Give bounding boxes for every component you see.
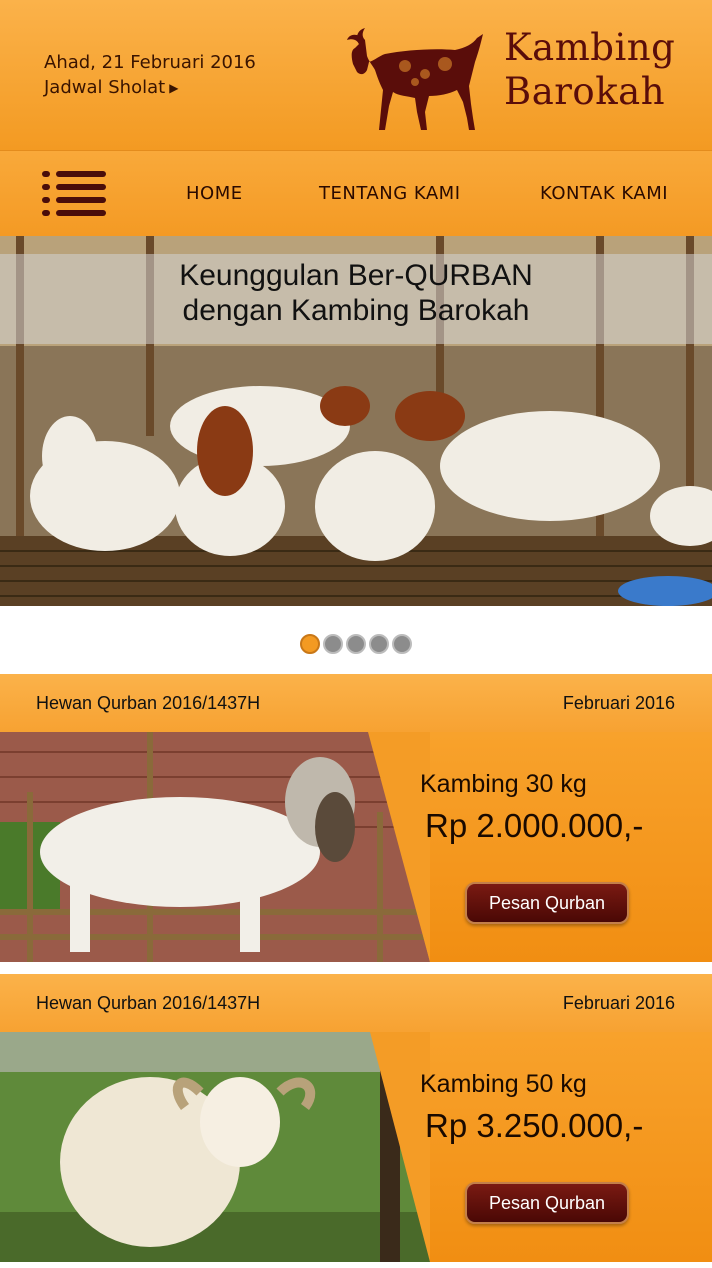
product-name: Kambing 30 kg [420,770,587,798]
nav-tentang-kami[interactable]: TENTANG KAMI [319,183,461,204]
carousel-dot[interactable] [323,634,343,654]
brand-line-2: Barokah [504,70,666,113]
product-category: Hewan Qurban 2016/1437H [36,693,261,713]
hero-caption-line-1: Keunggulan Ber-QURBAN [179,259,533,292]
jadwal-sholat-label: Jadwal Sholat [44,77,166,98]
site-header: Ahad, 21 Februari 2016 Jadwal Sholat ▶ Ka… [0,0,712,150]
product-card-body: Kambing 50 kg Rp 3.250.000,- Pesan Qurba… [0,1032,712,1262]
goat-photo-image [0,732,430,962]
sheep-photo-image [0,1032,430,1262]
carousel-pagination [0,634,712,659]
hamburger-menu-icon[interactable] [42,171,106,217]
pesan-qurban-button[interactable]: Pesan Qurban [465,1182,629,1224]
brand-line-1: Kambing [504,26,676,69]
product-card-header: Hewan Qurban 2016/1437H Februari 2016 [0,674,712,732]
hero-banner[interactable]: Keunggulan Ber-QURBAN dengan Kambing Bar… [0,236,712,606]
carousel-dot[interactable] [392,634,412,654]
product-card: Hewan Qurban 2016/1437H Februari 2016 Ka… [0,974,712,1264]
current-date: Ahad, 21 Februari 2016 [44,52,256,73]
product-price: Rp 3.250.000,- [425,1107,644,1144]
product-price: Rp 2.000.000,- [425,807,644,844]
main-nav: HOME TENTANG KAMI KONTAK KAMI [0,150,712,236]
product-card-header: Hewan Qurban 2016/1437H Februari 2016 [0,974,712,1032]
nav-home[interactable]: HOME [186,183,243,204]
carousel-dot[interactable] [369,634,389,654]
hero-caption-line-2: dengan Kambing Barokah [182,294,530,327]
carousel-dot[interactable] [346,634,366,654]
play-arrow-icon: ▶ [169,81,179,95]
product-card-body: Kambing 30 kg Rp 2.000.000,- Pesan Qurba… [0,732,712,962]
hero-caption: Keunggulan Ber-QURBAN dengan Kambing Bar… [0,254,712,344]
jadwal-sholat-link[interactable]: Jadwal Sholat ▶ [44,77,178,98]
product-date: Februari 2016 [562,993,675,1013]
product-card: Hewan Qurban 2016/1437H Februari 2016 Ka… [0,674,712,964]
product-name: Kambing 50 kg [420,1070,587,1098]
carousel-dot[interactable] [300,634,320,654]
brand-name[interactable]: Kambing Barokah [504,26,675,114]
goat-logo-icon[interactable] [345,26,495,136]
nav-kontak-kami[interactable]: KONTAK KAMI [540,183,668,204]
pesan-qurban-button[interactable]: Pesan Qurban [465,882,629,924]
product-category: Hewan Qurban 2016/1437H [36,993,261,1013]
product-date: Februari 2016 [562,693,675,713]
